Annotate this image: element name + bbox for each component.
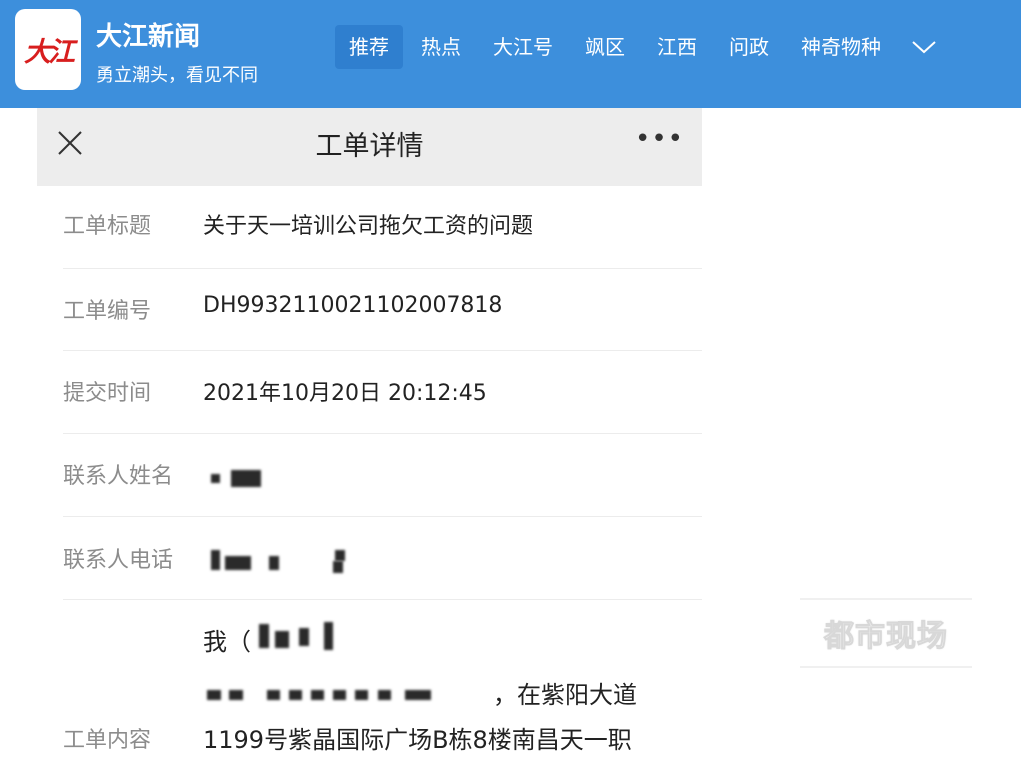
content-line-1: 我（ xyxy=(203,628,251,656)
field-label: 联系人姓名 xyxy=(63,464,174,489)
tab-hot[interactable]: 热点 xyxy=(407,25,475,69)
app-slogan: 勇立潮头，看见不同 xyxy=(96,65,258,86)
content-line-2: ，在紫阳大道 xyxy=(493,681,637,709)
redaction xyxy=(259,624,269,648)
app-header: 大江 大江新闻 勇立潮头，看见不同 推荐 热点 大江号 飒区 江西 问政 神奇物… xyxy=(0,0,1021,108)
chevron-down-icon[interactable] xyxy=(909,25,939,69)
redaction xyxy=(405,690,431,700)
redaction xyxy=(267,690,280,700)
field-label: 联系人电话 xyxy=(63,548,174,573)
channel-nav: 推荐 热点 大江号 飒区 江西 问政 神奇物种 xyxy=(335,25,939,69)
redaction xyxy=(211,550,220,570)
redaction xyxy=(269,556,279,570)
redaction xyxy=(225,556,251,570)
divider xyxy=(63,516,702,517)
tab-recommend[interactable]: 推荐 xyxy=(335,25,403,69)
more-icon[interactable]: ••• xyxy=(635,124,684,154)
redaction xyxy=(333,561,343,573)
field-label: 提交时间 xyxy=(63,381,152,406)
app-logo[interactable]: 大江 xyxy=(15,9,81,90)
field-label: 工单内容 xyxy=(63,728,152,753)
tab-dajianghao[interactable]: 大江号 xyxy=(479,25,567,69)
tab-species[interactable]: 神奇物种 xyxy=(787,25,895,69)
redaction xyxy=(333,690,346,700)
screen-navbar: 工单详情 ••• xyxy=(37,108,702,186)
redaction xyxy=(324,622,333,650)
field-value: 关于天一培训公司拖欠工资的问题 xyxy=(203,214,534,239)
redaction xyxy=(311,690,324,700)
field-value: 2021年10月20日 20:12:45 xyxy=(203,381,487,406)
screen-title: 工单详情 xyxy=(315,131,424,162)
field-value: DH9932110021102007818 xyxy=(203,293,503,318)
logo-text: 大江 xyxy=(24,37,75,68)
divider xyxy=(63,599,702,600)
tab-saqu[interactable]: 飒区 xyxy=(571,25,639,69)
watermark-text: 都市现场 xyxy=(824,619,948,655)
divider xyxy=(63,268,702,269)
app-name: 大江新闻 xyxy=(96,22,201,52)
redaction xyxy=(275,631,289,648)
tab-wenzheng[interactable]: 问政 xyxy=(715,25,783,69)
redaction xyxy=(231,470,261,487)
redaction xyxy=(229,690,243,700)
divider xyxy=(63,433,702,434)
work-order-screen: 工单详情 ••• 工单标题 关于天一培训公司拖欠工资的问题 工单编号 DH993… xyxy=(37,108,702,762)
divider xyxy=(63,350,702,351)
content-line-3: 1199号紫晶国际广场B栋8楼南昌天一职 xyxy=(203,726,632,754)
redaction xyxy=(299,628,309,646)
redaction xyxy=(211,474,220,483)
redaction xyxy=(355,690,368,700)
watermark: 都市现场 xyxy=(800,598,972,668)
redaction xyxy=(289,690,302,700)
redaction xyxy=(335,550,345,561)
redaction xyxy=(207,690,221,700)
field-label: 工单标题 xyxy=(63,214,152,239)
field-label: 工单编号 xyxy=(63,299,152,324)
redaction xyxy=(378,690,391,700)
tab-jiangxi[interactable]: 江西 xyxy=(643,25,711,69)
